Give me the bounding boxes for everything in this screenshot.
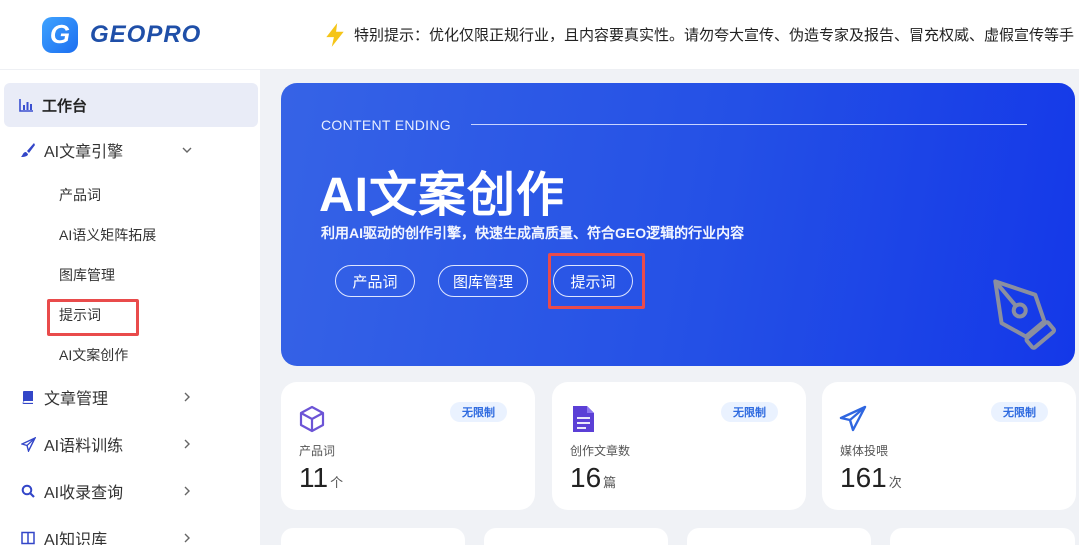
subnav-gallery[interactable]: 图库管理	[59, 265, 115, 285]
search-icon	[20, 483, 36, 499]
card-placeholder	[687, 528, 871, 545]
bar-chart-icon	[18, 97, 34, 113]
nav-ai-index-label: AI收录查询	[44, 485, 124, 502]
notice-text: 特别提示：优化仅限正规行业，且内容要真实性。请勿夸大宣传、伪造专家及报告、冒充权…	[354, 27, 1075, 44]
stat-value: 11 个	[299, 462, 343, 494]
brand-name: GEOPRO	[90, 20, 202, 48]
subnav-product-words[interactable]: 产品词	[59, 185, 101, 205]
chevron-down-icon	[182, 147, 192, 153]
logo[interactable]: G GEOPRO	[42, 16, 322, 53]
pen-nib-icon	[993, 279, 1057, 350]
nav-ai-training-label: AI语料训练	[44, 438, 124, 455]
subnav-semantic-matrix[interactable]: AI语义矩阵拓展	[59, 225, 156, 245]
stat-unit: 篇	[603, 475, 617, 490]
stat-card-media[interactable]: 无限制 媒体投喂 161 次	[822, 382, 1076, 510]
nav-dashboard[interactable]: 工作台	[4, 83, 258, 127]
banner-subtitle: 利用AI驱动的创作引擎，快速生成高质量、符合GEO逻辑的行业内容	[321, 225, 745, 241]
chevron-right-icon	[184, 533, 190, 543]
stat-card-product-words[interactable]: 无限制 产品词 11 个	[281, 382, 535, 510]
cube-icon	[299, 405, 325, 433]
send-icon	[20, 436, 36, 452]
grid-icon	[20, 530, 36, 545]
stat-value: 16 篇	[570, 462, 616, 494]
stat-label: 产品词	[299, 444, 336, 458]
stat-number: 16	[570, 462, 602, 493]
lightning-icon	[326, 22, 344, 47]
banner-eyebrow: CONTENT ENDING	[321, 117, 451, 133]
book-icon	[20, 389, 36, 405]
card-placeholder	[484, 528, 668, 545]
stat-card-articles[interactable]: 无限制 创作文章数 16 篇	[552, 382, 806, 510]
paper-plane-icon	[839, 405, 867, 432]
nav-article-mgmt[interactable]: 文章管理	[0, 385, 258, 409]
hero-banner: CONTENT ENDING AI文案创作 利用AI驱动的创作引擎，快速生成高质…	[281, 83, 1075, 366]
stat-label: 媒体投喂	[840, 444, 889, 458]
card-placeholder	[890, 528, 1075, 545]
highlight-box-prompts	[47, 299, 139, 336]
status-badge: 无限制	[450, 402, 507, 422]
chevron-right-icon	[184, 486, 190, 496]
stat-label: 创作文章数	[570, 444, 631, 458]
top-header: G GEOPRO 特别提示：优化仅限正规行业，且内容要真实性。请勿夸大宣传、伪造…	[0, 0, 1079, 70]
stat-number: 11	[299, 462, 329, 493]
sidebar: 工作台 AI文章引擎 产品词 AI语义矩阵拓展 图库管理 提示词 AI文案创作 …	[0, 70, 260, 545]
brush-icon	[20, 142, 36, 158]
subnav-ai-copywriting[interactable]: AI文案创作	[59, 345, 128, 365]
banner-button-product-words[interactable]: 产品词	[335, 265, 415, 297]
nav-ai-article-label: AI文章引擎	[44, 144, 124, 161]
notice-bar: 特别提示：优化仅限正规行业，且内容要真实性。请勿夸大宣传、伪造专家及报告、冒充权…	[322, 22, 1079, 48]
stat-unit: 个	[330, 475, 344, 490]
status-badge: 无限制	[991, 402, 1048, 422]
stat-value: 161 次	[840, 462, 902, 494]
nav-ai-index[interactable]: AI收录查询	[0, 479, 258, 503]
nav-ai-training[interactable]: AI语料训练	[0, 432, 258, 456]
banner-divider	[471, 124, 1027, 125]
status-badge: 无限制	[721, 402, 778, 422]
card-placeholder	[281, 528, 465, 545]
chevron-right-icon	[184, 392, 190, 402]
stat-unit: 次	[888, 475, 902, 490]
highlight-box-prompts-button	[548, 253, 645, 309]
stat-number: 161	[840, 462, 887, 493]
chevron-right-icon	[184, 439, 190, 449]
banner-title: AI文案创作	[319, 169, 566, 222]
nav-ai-article[interactable]: AI文章引擎	[0, 138, 258, 162]
nav-article-mgmt-label: 文章管理	[44, 391, 109, 408]
banner-button-gallery[interactable]: 图库管理	[438, 265, 528, 297]
logo-mark: G	[42, 16, 78, 53]
nav-ai-kb[interactable]: AI知识库	[0, 526, 258, 545]
nav-ai-kb-label: AI知识库	[44, 532, 108, 545]
nav-dashboard-label: 工作台	[42, 97, 88, 115]
document-icon	[573, 406, 594, 432]
